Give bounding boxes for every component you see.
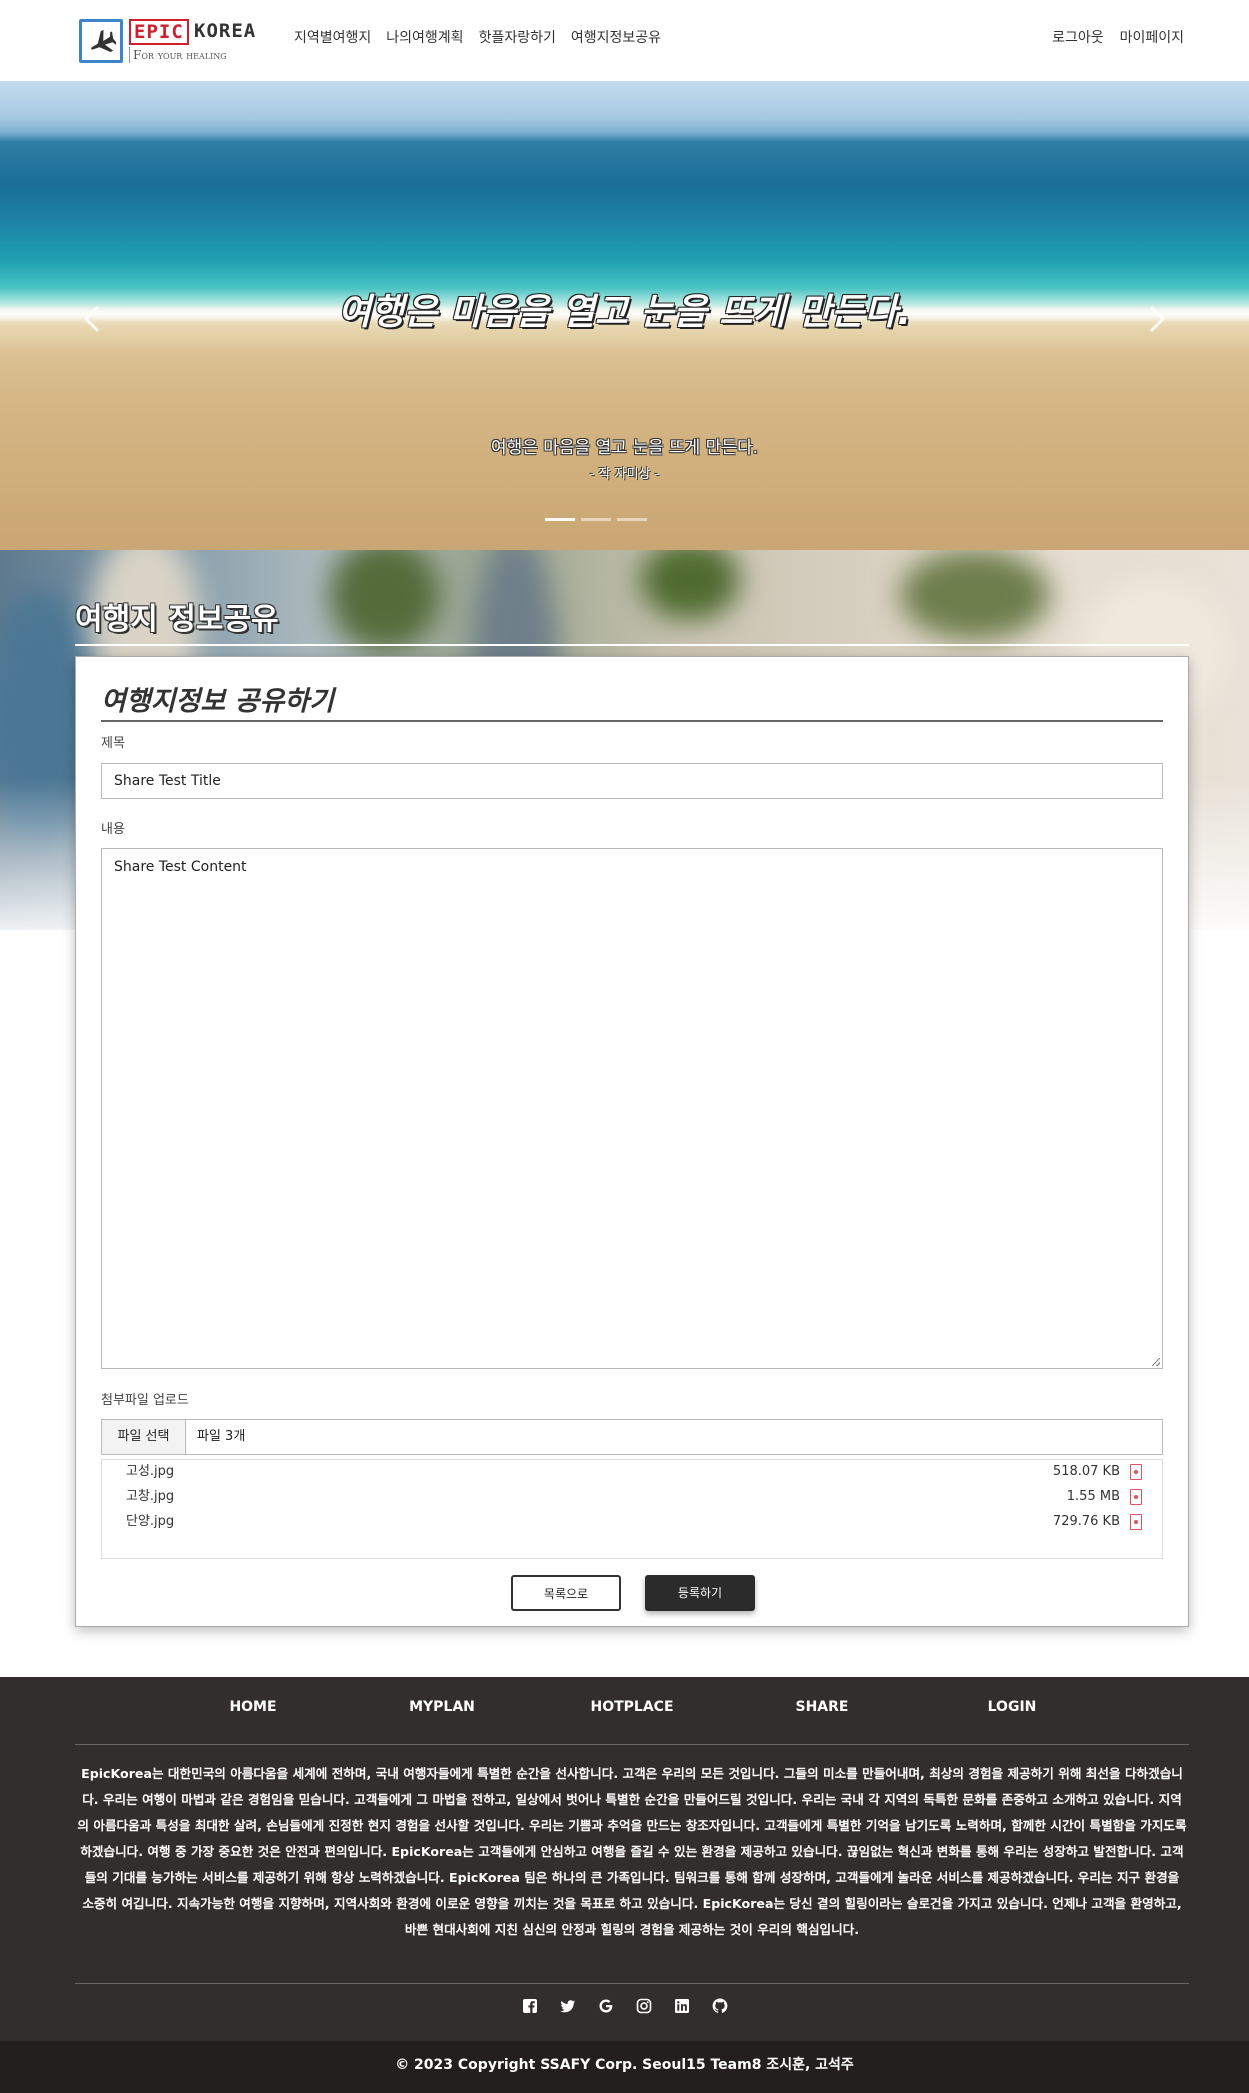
submit-button[interactable]: 등록하기 [645, 1575, 755, 1611]
footer-nav-login[interactable]: LOGIN [942, 1699, 1082, 1715]
logo-divider [129, 47, 130, 63]
file-name: 단양.jpg [126, 1514, 175, 1529]
file-input[interactable]: 파일 선택 파일 3개 [101, 1419, 1163, 1455]
footer-description: EpicKorea는 대한민국의 아름다움을 세계에 전하며, 국내 여행자들에… [77, 1766, 1187, 1937]
logo[interactable]: EPIC KOREA For your healing [79, 19, 265, 63]
footer-nav-myplan[interactable]: MYPLAN [372, 1699, 512, 1715]
file-size: 729.76 KB [1052, 1514, 1120, 1529]
textarea-resize-handle[interactable] [1152, 1358, 1160, 1366]
form-heading: 여행지정보 공유하기 [101, 686, 334, 717]
back-to-list-button[interactable]: 목록으로 [511, 1575, 621, 1611]
section-title-rule [75, 644, 1189, 646]
linkedin-icon[interactable] [674, 1998, 690, 2014]
carousel-next-icon[interactable] [1141, 299, 1171, 339]
carousel-indicator-3[interactable] [617, 518, 647, 521]
file-size: 518.07 KB [1052, 1464, 1120, 1479]
logout-link[interactable]: 로그아웃 [1052, 28, 1104, 48]
footer-nav-hotplace[interactable]: HOTPLACE [562, 1699, 702, 1715]
footer-divider [75, 1744, 1189, 1745]
hero-title: 여행은 마음을 열고 눈을 뜨게 만든다. [337, 292, 912, 333]
hero-caption: 여행은 마음을 열고 눈을 뜨게 만든다. [490, 438, 759, 458]
file-image-icon [1130, 1514, 1142, 1530]
user-nav: 로그아웃 마이페이지 [1052, 28, 1184, 48]
file-image-icon [1130, 1489, 1142, 1505]
nav-hotplace[interactable]: 핫플자랑하기 [479, 28, 556, 48]
content-textarea[interactable]: Share Test Content [101, 848, 1163, 1369]
file-name: 고성.jpg [126, 1464, 175, 1479]
file-list: 고성.jpg 518.07 KB 고창.jpg 1.55 MB 단양.jpg 7… [101, 1459, 1163, 1559]
file-name: 고창.jpg [126, 1489, 175, 1504]
file-select-button[interactable]: 파일 선택 [102, 1420, 186, 1454]
github-icon[interactable] [712, 1998, 728, 2014]
carousel-prev-icon[interactable] [78, 299, 108, 339]
carousel-indicator-1[interactable] [545, 518, 575, 521]
carousel-indicators [545, 518, 647, 521]
footer-divider [75, 1983, 1189, 1984]
content-label: 내용 [101, 822, 125, 837]
file-item: 고창.jpg 1.55 MB [126, 1486, 1146, 1508]
instagram-icon[interactable] [636, 1998, 652, 2014]
nav-region-spots[interactable]: 지역별여행지 [294, 28, 371, 48]
mypage-link[interactable]: 마이페이지 [1120, 28, 1184, 48]
title-label: 제목 [101, 736, 125, 751]
section-title: 여행지 정보공유 [75, 602, 279, 637]
nav-my-plan[interactable]: 나의여행계획 [386, 28, 463, 48]
google-icon[interactable] [598, 1998, 614, 2014]
logo-korea-text: KOREA [194, 20, 257, 42]
share-form-card: 여행지정보 공유하기 제목 Share Test Title 내용 Share … [75, 656, 1189, 1627]
logo-epic-text: EPIC [129, 19, 189, 45]
social-links [0, 1998, 1249, 2014]
hero-author: - 작 자미상 - [589, 467, 660, 482]
footer: HOME MYPLAN HOTPLACE SHARE LOGIN EpicKor… [0, 1677, 1249, 2041]
form-heading-rule [101, 720, 1163, 722]
file-item: 단양.jpg 729.76 KB [126, 1511, 1146, 1533]
logo-tagline: For your healing [133, 48, 227, 62]
header: EPIC KOREA For your healing 지역별여행지 나의여행계… [0, 0, 1249, 81]
main-nav: 지역별여행지 나의여행계획 핫플자랑하기 여행지정보공유 [294, 28, 661, 48]
twitter-icon[interactable] [559, 1998, 576, 2014]
file-size: 1.55 MB [1066, 1489, 1120, 1504]
footer-nav-home[interactable]: HOME [183, 1699, 323, 1715]
file-image-icon [1130, 1464, 1142, 1480]
facebook-icon[interactable] [522, 1998, 538, 2014]
content-text: Share Test Content [114, 859, 247, 875]
copyright-bar: © 2023 Copyright SSAFY Corp. Seoul15 Tea… [0, 2041, 1249, 2093]
title-input[interactable]: Share Test Title [101, 763, 1163, 799]
airplane-logo-icon [79, 19, 123, 63]
file-status: 파일 3개 [197, 1429, 246, 1444]
hero-carousel: 여행은 마음을 열고 눈을 뜨게 만든다. 여행은 마음을 열고 눈을 뜨게 만… [0, 81, 1249, 550]
file-item: 고성.jpg 518.07 KB [126, 1461, 1146, 1483]
footer-nav-share[interactable]: SHARE [752, 1699, 892, 1715]
file-upload-label: 첨부파일 업로드 [101, 1393, 189, 1408]
nav-share[interactable]: 여행지정보공유 [571, 28, 661, 48]
carousel-indicator-2[interactable] [581, 518, 611, 521]
